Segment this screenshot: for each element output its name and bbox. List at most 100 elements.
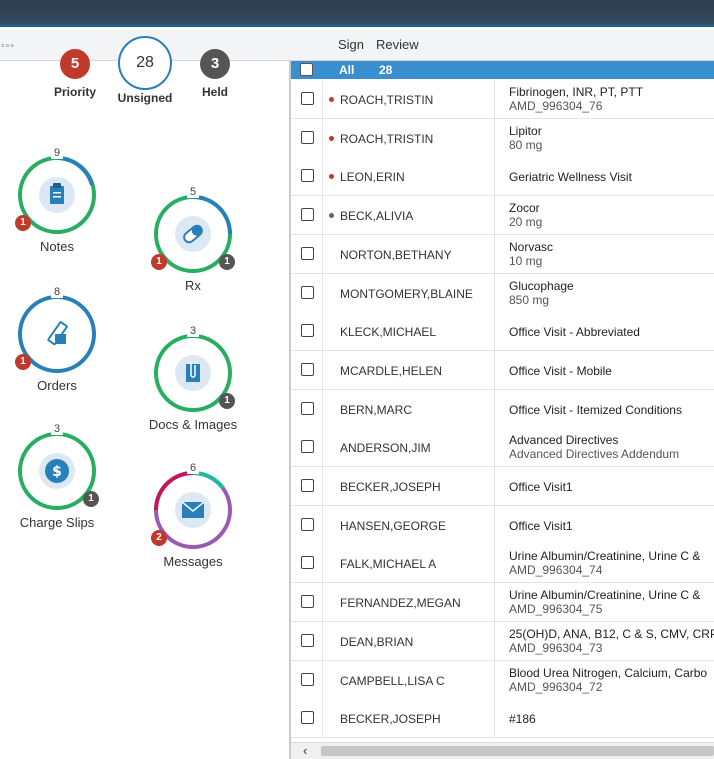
row-checkbox-cell xyxy=(291,389,323,428)
row-checkbox[interactable] xyxy=(301,169,314,183)
categories-panel: 5 Priority 28 Unsigned 3 Held 9 1 Notes … xyxy=(0,36,290,759)
table-row[interactable]: HANSEN,GEORGE Office Visit1 xyxy=(291,505,714,545)
document-cell: Urine Albumin/Creatinine, Urine C & AMD_9… xyxy=(509,549,714,577)
column-separator xyxy=(494,196,495,235)
column-separator xyxy=(494,699,495,738)
document-cell: Advanced Directives Advanced Directives A… xyxy=(509,433,714,461)
held-summary[interactable]: 3 Held xyxy=(193,49,237,99)
row-checkbox-cell xyxy=(291,660,323,699)
row-checkbox[interactable] xyxy=(301,92,314,105)
documents-grid: All 28 ROACH,TRISTIN Fibrinogen, INR, PT,… xyxy=(291,61,714,759)
scrollbar-thumb[interactable] xyxy=(321,746,714,756)
sign-button[interactable]: Sign xyxy=(338,37,364,52)
patient-name: FALK,MICHAEL A xyxy=(340,557,437,572)
dollar-icon: $ xyxy=(39,453,75,489)
table-row[interactable]: BECK,ALIVIA Zocor 20 mg xyxy=(291,196,714,236)
column-separator xyxy=(494,157,495,196)
category-charge-slips[interactable]: 3 $ 1 Charge Slips xyxy=(2,423,112,530)
row-checkbox[interactable] xyxy=(301,672,314,686)
document-subtitle: AMD_996304_72 xyxy=(509,679,603,694)
unsigned-summary[interactable]: 28 Unsigned xyxy=(116,36,174,105)
document-title: Advanced Directives xyxy=(509,433,619,448)
priority-summary[interactable]: 5 Priority xyxy=(50,49,100,99)
patient-name: BECKER,JOSEPH xyxy=(340,712,441,727)
row-checkbox[interactable] xyxy=(301,362,314,376)
document-subtitle: AMD_996304_75 xyxy=(509,602,603,617)
table-row[interactable]: ANDERSON,JIM Advanced Directives Advanced … xyxy=(291,428,714,468)
row-checkbox-cell xyxy=(291,428,323,467)
table-row[interactable]: ROACH,TRISTIN Fibrinogen, INR, PT, PTT AMD… xyxy=(291,80,714,119)
orders-ring: 8 1 xyxy=(15,286,97,374)
row-checkbox[interactable] xyxy=(301,595,314,609)
row-checkbox[interactable] xyxy=(301,711,314,725)
row-checkbox[interactable] xyxy=(301,130,314,144)
docs-images-count: 3 xyxy=(153,325,233,337)
table-row[interactable]: BERN,MARC Office Visit - Itemized Conditi… xyxy=(291,389,714,429)
envelope-icon xyxy=(175,492,211,528)
row-checkbox[interactable] xyxy=(301,401,314,415)
table-row[interactable]: FERNANDEZ,MEGAN Urine Albumin/Creatinine,… xyxy=(291,583,714,623)
charge-slips-held-badge: 1 xyxy=(83,491,99,507)
document-subtitle: AMD_996304_74 xyxy=(509,563,603,578)
patient-name: ROACH,TRISTIN xyxy=(340,131,434,146)
column-separator xyxy=(494,118,495,157)
table-row[interactable]: MCARDLE,HELEN Office Visit - Mobile xyxy=(291,350,714,390)
document-cell: Fibrinogen, INR, PT, PTT AMD_996304_76 xyxy=(509,85,714,113)
orders-label: Orders xyxy=(37,378,77,393)
row-checkbox[interactable] xyxy=(301,517,314,531)
column-separator xyxy=(494,312,495,351)
row-checkbox-cell xyxy=(291,118,323,157)
table-row[interactable]: CAMPBELL,LISA C Blood Urea Nitrogen, Calc… xyxy=(291,660,714,700)
document-title: Fibrinogen, INR, PT, PTT xyxy=(509,85,644,99)
docs-images-label: Docs & Images xyxy=(148,417,238,432)
table-row[interactable]: DEAN,BRIAN 25(OH)D, ANA, B12, C & S, CMV,… xyxy=(291,621,714,661)
document-cell: Office Visit1 xyxy=(509,519,714,533)
orders-count: 8 xyxy=(17,286,97,298)
document-title: Office Visit - Mobile xyxy=(509,363,612,378)
row-checkbox[interactable] xyxy=(301,556,314,570)
patient-name: HANSEN,GEORGE xyxy=(340,518,447,533)
table-row[interactable]: ROACH,TRISTIN Lipitor 80 mg xyxy=(291,118,714,158)
column-separator xyxy=(494,467,495,505)
table-row[interactable]: BECKER,JOSEPH #186 xyxy=(291,699,714,739)
table-row[interactable]: NORTON,BETHANY Norvasc 10 mg xyxy=(291,234,714,274)
row-checkbox[interactable] xyxy=(301,285,314,299)
row-checkbox[interactable] xyxy=(301,246,314,260)
document-cell: Office Visit - Abbreviated xyxy=(509,325,714,339)
document-subtitle: 850 mg xyxy=(509,292,550,307)
table-row[interactable]: MONTGOMERY,BLAINE Glucophage 850 mg xyxy=(291,273,714,313)
category-messages[interactable]: 6 2 Messages xyxy=(138,462,248,569)
row-checkbox[interactable] xyxy=(301,479,314,492)
table-row[interactable]: FALK,MICHAEL A Urine Albumin/Creatinine, … xyxy=(291,544,714,584)
row-checkbox[interactable] xyxy=(301,324,314,338)
select-all-checkbox[interactable] xyxy=(300,63,313,76)
scroll-left-icon[interactable]: ‹ xyxy=(303,743,307,758)
table-row[interactable]: BECKER,JOSEPH Office Visit1 xyxy=(291,467,714,506)
review-button[interactable]: Review xyxy=(376,37,419,52)
table-row[interactable]: KLECK,MICHAEL Office Visit - Abbreviated xyxy=(291,312,714,352)
orders-priority-badge: 1 xyxy=(15,354,31,370)
document-subtitle: AMD_996304_76 xyxy=(509,99,603,113)
document-title: Norvasc xyxy=(509,239,554,254)
panel-grip-icon[interactable]: ∘∘∘ xyxy=(0,40,15,51)
rx-count: 5 xyxy=(153,186,233,198)
messages-ring: 6 2 xyxy=(151,462,233,550)
document-cell: Lipitor 80 mg xyxy=(509,124,714,152)
row-checkbox[interactable] xyxy=(301,633,314,647)
category-orders[interactable]: 8 1 Orders xyxy=(2,286,112,393)
horizontal-scrollbar[interactable]: ‹ xyxy=(291,742,714,759)
status-dot xyxy=(329,97,334,102)
column-separator xyxy=(494,234,495,273)
table-row[interactable]: LEON,ERIN Geriatric Wellness Visit xyxy=(291,157,714,197)
column-separator xyxy=(494,350,495,389)
document-cell: Glucophage 850 mg xyxy=(509,279,714,307)
category-rx[interactable]: 5 1 1 Rx xyxy=(138,186,248,293)
row-checkbox[interactable] xyxy=(301,208,314,222)
row-checkbox[interactable] xyxy=(301,440,314,454)
category-docs-images[interactable]: 3 1 Docs & Images xyxy=(138,325,248,432)
priority-label: Priority xyxy=(53,85,96,99)
rx-ring: 5 1 1 xyxy=(151,186,235,274)
all-label: All xyxy=(339,63,355,77)
category-notes[interactable]: 9 1 Notes xyxy=(2,147,112,254)
messages-priority-badge: 2 xyxy=(151,530,167,546)
